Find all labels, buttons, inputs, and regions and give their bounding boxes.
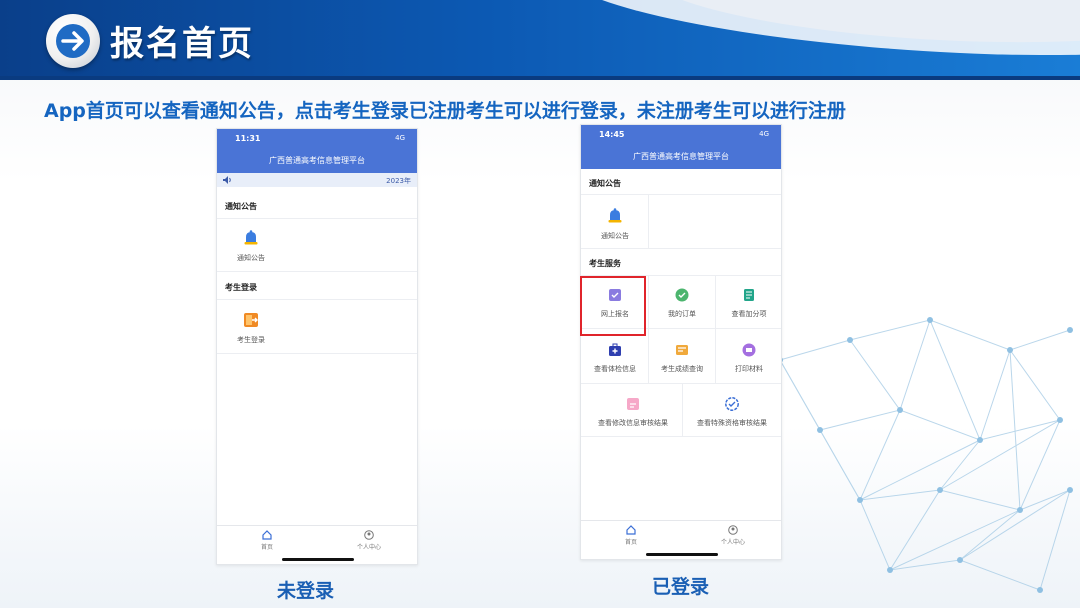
tile-label: 考生成绩查询 [661, 365, 703, 373]
divider [217, 299, 417, 300]
person-icon [728, 525, 738, 535]
home-icon [262, 530, 272, 540]
bell-icon [244, 230, 258, 245]
status-time: 11:31 [235, 134, 261, 143]
login-door-icon [244, 313, 258, 327]
grid-line [648, 194, 649, 248]
special-check-icon [725, 397, 739, 411]
home-indicator [282, 558, 354, 561]
divider [217, 353, 417, 354]
tile-bonus-items[interactable]: 查看加分项 [716, 287, 781, 319]
tile-print-materials[interactable]: 打印材料 [716, 342, 781, 374]
notice-text: 2023年 [386, 177, 411, 185]
app-title: 广西普通高考信息管理平台 [217, 149, 417, 173]
phone-logged-in: 14:45 4G 广西普通高考信息管理平台 通知公告 通知公告 考生服务 网上报… [580, 124, 782, 560]
divider [581, 383, 781, 384]
tab-home-label: 首页 [260, 544, 273, 551]
tile-login[interactable]: 考生登录 [227, 311, 275, 345]
edit-review-icon [627, 398, 639, 410]
header-underline [0, 76, 1080, 80]
print-icon [742, 343, 756, 357]
tile-notices[interactable]: 通知公告 [227, 229, 275, 263]
tab-home[interactable]: 首页 [601, 525, 661, 546]
tile-label: 考生登录 [237, 336, 265, 344]
tile-label: 查看特殊资格审核结果 [697, 419, 767, 427]
tile-special-review-result[interactable]: 查看特殊资格审核结果 [683, 396, 781, 428]
divider [217, 271, 417, 272]
bell-icon [608, 208, 622, 223]
page-title: 报名首页 [110, 24, 254, 64]
tile-my-orders[interactable]: 我的订单 [649, 287, 715, 319]
tab-home[interactable]: 首页 [237, 530, 297, 551]
arrow-right-icon [46, 14, 100, 68]
status-signal: 4G [395, 134, 405, 142]
divider [581, 194, 781, 195]
divider [581, 248, 781, 249]
tile-notices[interactable]: 通知公告 [585, 207, 645, 241]
tile-label: 打印材料 [735, 365, 763, 373]
score-card-icon [676, 345, 688, 355]
tile-score-query[interactable]: 考生成绩查询 [649, 342, 715, 374]
slide-subtitle: App首页可以查看通知公告，点击考生登录已注册考生可以进行登录，未注册考生可以进… [44, 100, 846, 122]
order-icon [675, 288, 689, 302]
speaker-icon [223, 176, 231, 184]
caption-not-logged-in: 未登录 [277, 580, 335, 602]
tab-profile[interactable]: 个人中心 [339, 530, 399, 551]
notice-marquee[interactable]: 2023年 [217, 173, 417, 187]
tile-label: 查看修改信息审核结果 [598, 419, 668, 427]
grid-line [648, 275, 649, 383]
tile-modify-review-result[interactable]: 查看修改信息审核结果 [585, 396, 681, 428]
tile-label: 通知公告 [237, 254, 265, 262]
section-title-login: 考生登录 [225, 283, 257, 292]
tile-label: 通知公告 [601, 232, 629, 240]
section-title-services: 考生服务 [589, 259, 621, 268]
section-title-notices: 通知公告 [589, 179, 621, 188]
section-title-notices: 通知公告 [225, 202, 257, 211]
status-time: 14:45 [599, 130, 625, 139]
network-decoration [777, 317, 1073, 593]
tab-profile-label: 个人中心 [720, 539, 745, 546]
person-icon [364, 530, 374, 540]
home-indicator [646, 553, 718, 556]
tab-home-label: 首页 [624, 539, 637, 546]
medical-kit-icon [609, 343, 621, 356]
tab-profile[interactable]: 个人中心 [703, 525, 763, 546]
highlight-online-registration [580, 276, 646, 336]
tile-label: 查看体检信息 [594, 365, 636, 373]
status-bar: 14:45 4G [581, 125, 781, 145]
status-bar: 11:31 4G [217, 129, 417, 149]
tile-medical-info[interactable]: 查看体检信息 [583, 342, 647, 374]
status-signal: 4G [759, 130, 769, 138]
tile-label: 我的订单 [668, 310, 696, 318]
tile-label: 查看加分项 [731, 310, 767, 318]
phone-not-logged-in: 11:31 4G 广西普通高考信息管理平台 2023年 通知公告 通知公告 考生… [216, 128, 418, 565]
grid-line [715, 275, 716, 383]
grid-line [682, 383, 683, 436]
home-icon [626, 525, 636, 535]
caption-logged-in: 已登录 [652, 576, 710, 598]
tab-profile-label: 个人中心 [356, 544, 381, 551]
divider [217, 218, 417, 219]
divider [581, 436, 781, 437]
app-title: 广西普通高考信息管理平台 [581, 145, 781, 169]
bonus-list-icon [744, 289, 754, 301]
